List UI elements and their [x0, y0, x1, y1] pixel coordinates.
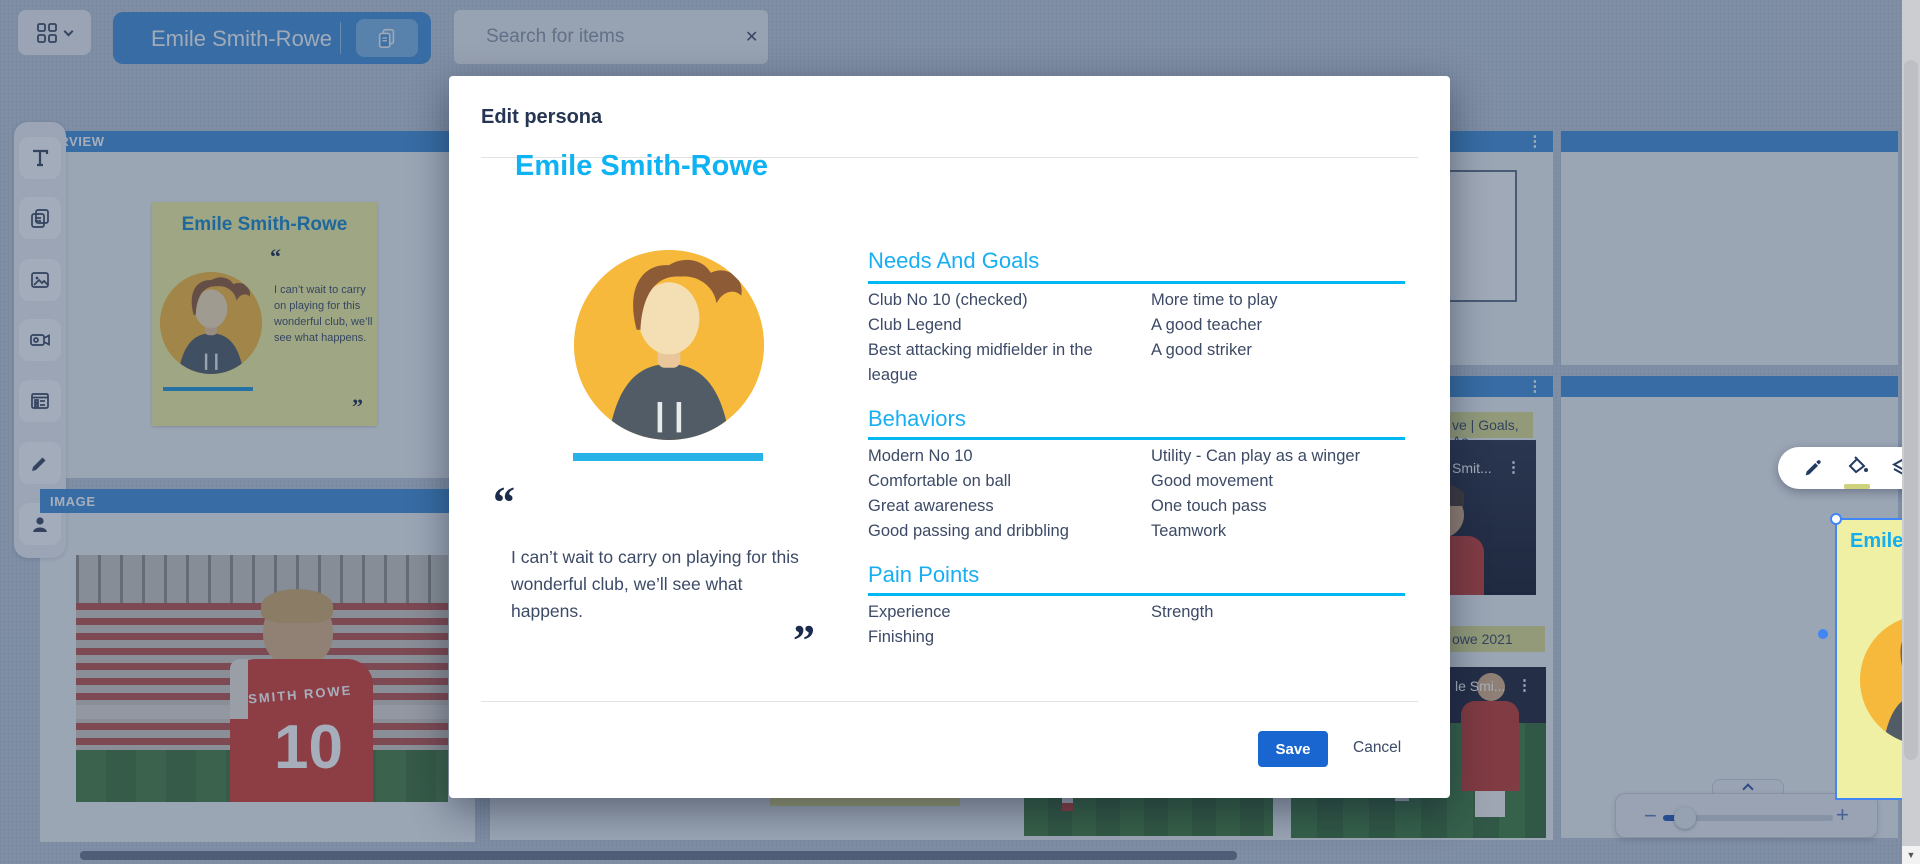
list-item: Great awareness: [868, 494, 1133, 519]
modal-title: Edit persona: [481, 106, 602, 129]
connector-dot[interactable]: [1818, 629, 1828, 639]
context-toolbar: [1778, 447, 1920, 489]
persona-name-heading: Emile Smith-Rowe: [515, 150, 768, 183]
avatar-underline: [573, 453, 763, 461]
section-needs-goals-title: Needs And Goals: [868, 248, 1039, 274]
pain-points-left-list: Experience Finishing: [868, 600, 1133, 650]
save-button[interactable]: Save: [1258, 731, 1328, 767]
list-item: Good movement: [1151, 469, 1431, 494]
list-item: Finishing: [868, 625, 1133, 650]
vertical-scrollbar-thumb[interactable]: [1904, 60, 1918, 760]
edit-pencil-icon[interactable]: [1802, 457, 1824, 479]
persona-avatar: [574, 250, 764, 440]
section-underline: [868, 437, 1405, 440]
modal-divider-bottom: [481, 701, 1418, 702]
list-item: Comfortable on ball: [868, 469, 1133, 494]
list-item: Club No 10 (checked): [868, 288, 1133, 313]
quote-open-icon: “: [493, 490, 515, 516]
quote-close-icon: ”: [525, 628, 815, 654]
list-item: Good passing and dribbling: [868, 519, 1133, 544]
persona-quote: I can’t wait to carry on playing for thi…: [511, 544, 803, 625]
list-item: Experience: [868, 600, 1133, 625]
list-item: Best attacking midfielder in the league: [868, 338, 1133, 388]
list-item: Utility - Can play as a winger: [1151, 444, 1431, 469]
cancel-button[interactable]: Cancel: [1353, 739, 1401, 757]
list-item: One touch pass: [1151, 494, 1431, 519]
list-item: Club Legend: [868, 313, 1133, 338]
list-item: A good teacher: [1151, 313, 1431, 338]
selection-handle[interactable]: [1830, 513, 1842, 525]
list-item: Teamwork: [1151, 519, 1431, 544]
behaviors-right-list: Utility - Can play as a winger Good move…: [1151, 444, 1431, 544]
fill-bucket-icon: [1846, 455, 1870, 477]
needs-goals-left-list: Club No 10 (checked) Club Legend Best at…: [868, 288, 1133, 388]
behaviors-left-list: Modern No 10 Comfortable on ball Great a…: [868, 444, 1133, 544]
needs-goals-right-list: More time to play A good teacher A good …: [1151, 288, 1431, 363]
edit-persona-modal: Edit persona Emile Smith-Rowe “ I can’t …: [449, 76, 1450, 798]
fill-color-swatch: [1844, 484, 1870, 489]
list-item: Strength: [1151, 600, 1431, 625]
section-underline: [868, 281, 1405, 284]
pain-points-right-list: Strength: [1151, 600, 1431, 625]
vertical-scrollbar[interactable]: ▼: [1902, 0, 1920, 864]
list-item: A good striker: [1151, 338, 1431, 363]
down-arrow-icon: ▼: [1907, 850, 1916, 860]
section-behaviors-title: Behaviors: [868, 406, 966, 432]
list-item: More time to play: [1151, 288, 1431, 313]
scroll-down-button[interactable]: ▼: [1902, 846, 1920, 864]
section-pain-points-title: Pain Points: [868, 562, 979, 588]
app-root: Emile Smith-Rowe ✕: [0, 0, 1920, 864]
fill-color-tool[interactable]: [1846, 455, 1870, 482]
list-item: Modern No 10: [868, 444, 1133, 469]
section-underline: [868, 593, 1405, 596]
